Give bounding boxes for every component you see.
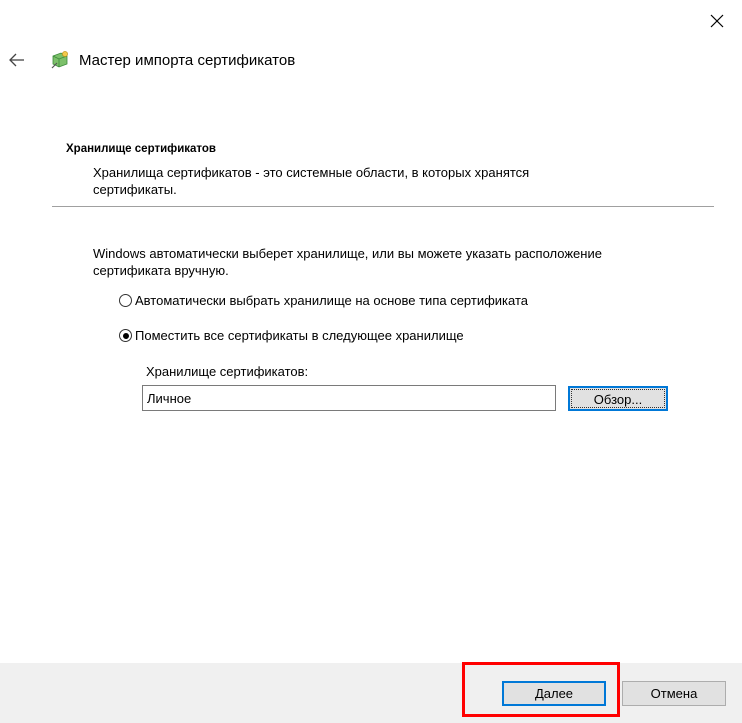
radio-manual-label[interactable]: Поместить все сертификаты в следующее хр… (135, 328, 464, 343)
section-description: Хранилища сертификатов - это системные о… (93, 165, 530, 197)
radio-place-in-store[interactable]: Поместить все сертификаты в следующее хр… (119, 328, 464, 343)
section-title: Хранилище сертификатов (66, 143, 216, 155)
intro-text: Windows автоматически выберет хранилище,… (93, 246, 602, 278)
back-button[interactable] (6, 50, 28, 70)
next-button[interactable]: Далее (502, 681, 606, 706)
certificate-wizard-icon (50, 50, 70, 70)
cancel-button[interactable]: Отмена (622, 681, 726, 706)
browse-button-label: Обзор... (571, 389, 665, 408)
store-field-label: Хранилище сертификатов: (146, 364, 309, 379)
radio-manual-circle[interactable] (119, 329, 132, 342)
back-arrow-icon (9, 53, 24, 67)
radio-auto-circle[interactable] (119, 294, 132, 307)
browse-button[interactable]: Обзор... (568, 386, 668, 411)
wizard-title: Мастер импорта сертификатов (79, 52, 296, 69)
close-icon (710, 14, 724, 28)
close-button[interactable] (704, 8, 730, 34)
radio-auto-select-store[interactable]: Автоматически выбрать хранилище на основ… (119, 293, 528, 308)
store-input[interactable] (142, 385, 556, 411)
header-separator (52, 206, 714, 207)
radio-auto-label[interactable]: Автоматически выбрать хранилище на основ… (135, 293, 528, 308)
